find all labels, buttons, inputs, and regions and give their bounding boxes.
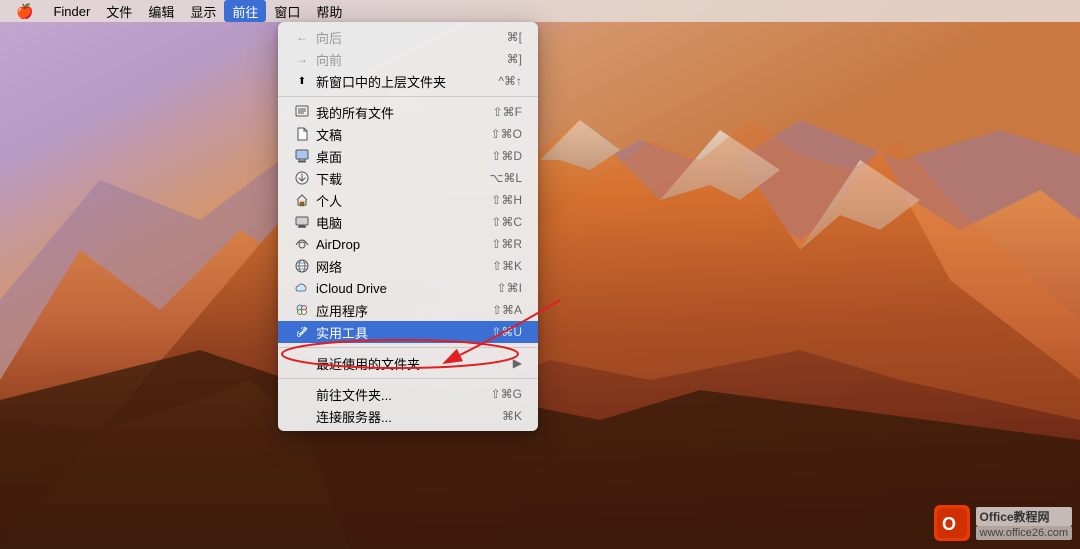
menubar-finder[interactable]: Finder bbox=[45, 0, 98, 22]
menu-item-network-label: 网络 bbox=[316, 257, 342, 276]
menu-item-downloads-label: 下载 bbox=[316, 169, 342, 188]
goto-folder-icon bbox=[294, 386, 310, 402]
menu-item-desktop-label: 桌面 bbox=[316, 147, 342, 166]
menu-item-applications[interactable]: 应用程序 ⇧⌘A bbox=[278, 299, 538, 321]
back-icon: ← bbox=[294, 29, 310, 45]
menubar-view[interactable]: 显示 bbox=[182, 0, 224, 22]
menu-item-all-files-label: 我的所有文件 bbox=[316, 103, 394, 122]
menu-item-applications-shortcut: ⇧⌘A bbox=[492, 303, 522, 317]
menu-item-home[interactable]: 个人 ⇧⌘H bbox=[278, 189, 538, 211]
menu-item-icloud-shortcut: ⇧⌘I bbox=[497, 281, 522, 295]
separator-3 bbox=[278, 378, 538, 379]
menu-item-desktop[interactable]: 桌面 ⇧⌘D bbox=[278, 145, 538, 167]
menubar-window[interactable]: 窗口 bbox=[266, 0, 308, 22]
menu-item-back[interactable]: ← 向后 ⌘[ bbox=[278, 26, 538, 48]
menu-item-utilities[interactable]: 实用工具 ⇧⌘U bbox=[278, 321, 538, 343]
menu-item-home-label: 个人 bbox=[316, 191, 342, 210]
menu-item-goto-folder-shortcut: ⇧⌘G bbox=[491, 387, 522, 401]
home-icon bbox=[294, 192, 310, 208]
menu-item-back-shortcut: ⌘[ bbox=[507, 30, 522, 44]
menu-item-icloud-label: iCloud Drive bbox=[316, 281, 387, 296]
menu-item-connect-server[interactable]: 连接服务器... ⌘K bbox=[278, 405, 538, 427]
icloud-icon bbox=[294, 280, 310, 296]
menu-item-applications-label: 应用程序 bbox=[316, 301, 368, 320]
menu-item-forward-shortcut: ⌘] bbox=[507, 52, 522, 66]
menu-item-recent-folders-arrow: ▶ bbox=[513, 356, 522, 370]
menu-item-home-shortcut: ⇧⌘H bbox=[491, 193, 522, 207]
menu-item-enclosing-label: 新窗口中的上层文件夹 bbox=[316, 72, 446, 91]
watermark-site-name: Office教程网 bbox=[976, 507, 1072, 526]
menu-item-back-label: 向后 bbox=[316, 28, 342, 47]
menu-item-enclosing[interactable]: ⬆ 新窗口中的上层文件夹 ^⌘↑ bbox=[278, 70, 538, 92]
separator-1 bbox=[278, 96, 538, 97]
menu-item-enclosing-shortcut: ^⌘↑ bbox=[498, 74, 522, 88]
menu-item-airdrop[interactable]: AirDrop ⇧⌘R bbox=[278, 233, 538, 255]
menu-item-downloads[interactable]: 下载 ⌥⌘L bbox=[278, 167, 538, 189]
menu-item-desktop-shortcut: ⇧⌘D bbox=[491, 149, 522, 163]
menu-item-recent-folders[interactable]: 最近使用的文件夹 ▶ bbox=[278, 352, 538, 374]
menu-item-recent-folders-label: 最近使用的文件夹 bbox=[316, 354, 420, 373]
documents-icon bbox=[294, 126, 310, 142]
recent-folders-icon bbox=[294, 355, 310, 371]
menu-item-documents-label: 文稿 bbox=[316, 125, 342, 144]
watermark-url: www.office26.com bbox=[976, 526, 1072, 540]
mountain-svg bbox=[0, 0, 1080, 549]
menu-item-connect-server-label: 连接服务器... bbox=[316, 407, 392, 426]
enclosing-icon: ⬆ bbox=[294, 73, 310, 89]
menu-item-forward[interactable]: → 向前 ⌘] bbox=[278, 48, 538, 70]
menu-item-all-files-shortcut: ⇧⌘F bbox=[493, 105, 522, 119]
menu-item-airdrop-label: AirDrop bbox=[316, 237, 360, 252]
computer-icon bbox=[294, 214, 310, 230]
menu-item-documents[interactable]: 文稿 ⇧⌘O bbox=[278, 123, 538, 145]
all-files-icon bbox=[294, 104, 310, 120]
watermark: O Office教程网 www.office26.com bbox=[934, 505, 1072, 541]
menu-item-network[interactable]: 网络 ⇧⌘K bbox=[278, 255, 538, 277]
desktop-icon bbox=[294, 148, 310, 164]
desktop-background bbox=[0, 0, 1080, 549]
menu-item-connect-server-shortcut: ⌘K bbox=[502, 409, 522, 423]
applications-icon bbox=[294, 302, 310, 318]
apple-menu[interactable]: 🍎 bbox=[8, 0, 41, 22]
svg-text:O: O bbox=[942, 514, 956, 534]
downloads-icon bbox=[294, 170, 310, 186]
connect-server-icon bbox=[294, 408, 310, 424]
separator-2 bbox=[278, 347, 538, 348]
menubar-go[interactable]: 前往 bbox=[224, 0, 266, 22]
menu-item-computer-shortcut: ⇧⌘C bbox=[491, 215, 522, 229]
menu-item-goto-folder[interactable]: 前往文件夹... ⇧⌘G bbox=[278, 383, 538, 405]
menubar-help[interactable]: 帮助 bbox=[308, 0, 350, 22]
menu-item-downloads-shortcut: ⌥⌘L bbox=[489, 171, 522, 185]
network-icon bbox=[294, 258, 310, 274]
menu-item-airdrop-shortcut: ⇧⌘R bbox=[491, 237, 522, 251]
menu-item-computer-label: 电脑 bbox=[316, 213, 342, 232]
menu-item-computer[interactable]: 电脑 ⇧⌘C bbox=[278, 211, 538, 233]
menu-item-documents-shortcut: ⇧⌘O bbox=[491, 127, 522, 141]
forward-icon: → bbox=[294, 51, 310, 67]
menubar-file[interactable]: 文件 bbox=[98, 0, 140, 22]
menu-item-utilities-label: 实用工具 bbox=[316, 323, 368, 342]
menubar: 🍎 Finder 文件 编辑 显示 前往 窗口 帮助 bbox=[0, 0, 1080, 22]
menu-item-all-files[interactable]: 我的所有文件 ⇧⌘F bbox=[278, 101, 538, 123]
menu-item-network-shortcut: ⇧⌘K bbox=[492, 259, 522, 273]
menu-item-utilities-shortcut: ⇧⌘U bbox=[491, 325, 522, 339]
menu-item-forward-label: 向前 bbox=[316, 50, 342, 69]
menu-item-goto-folder-label: 前往文件夹... bbox=[316, 385, 392, 404]
watermark-text-container: Office教程网 www.office26.com bbox=[976, 507, 1072, 540]
utilities-icon bbox=[294, 324, 310, 340]
go-menu-dropdown: ← 向后 ⌘[ → 向前 ⌘] ⬆ 新窗口中的上层文件夹 ^⌘↑ bbox=[278, 22, 538, 431]
menu-item-icloud[interactable]: iCloud Drive ⇧⌘I bbox=[278, 277, 538, 299]
airdrop-icon bbox=[294, 236, 310, 252]
menubar-edit[interactable]: 编辑 bbox=[140, 0, 182, 22]
office-logo-svg: O bbox=[937, 508, 967, 538]
watermark-logo: O bbox=[934, 505, 970, 541]
